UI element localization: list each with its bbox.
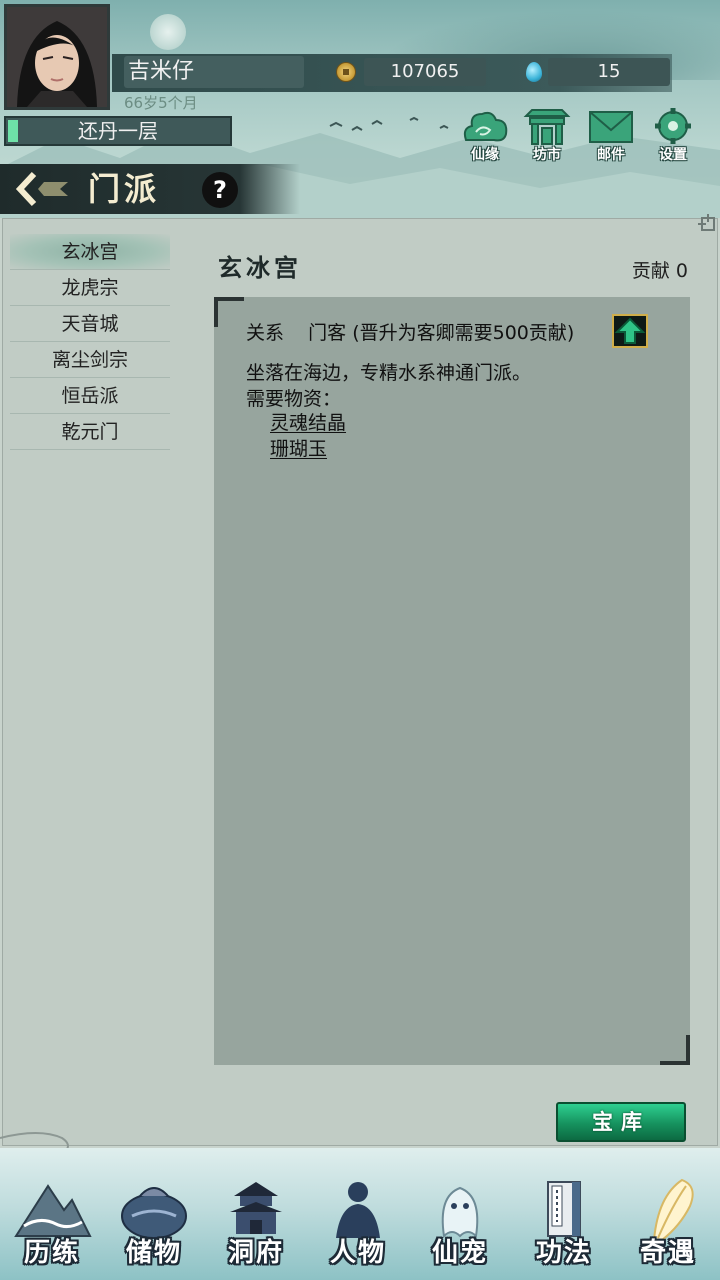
market-button[interactable]: 坊市 [518, 106, 576, 164]
treasury-button[interactable]: 宝库 [556, 1102, 686, 1142]
scroll-book-icon [547, 1181, 581, 1237]
nav-encounter-label: 奇遇 [639, 1238, 696, 1268]
spirit-stone-icon [526, 62, 542, 82]
up-arrow-icon [614, 317, 646, 344]
material-link-soul-crystal[interactable]: 灵魂结晶 [270, 408, 346, 435]
sect-item-xuanbing[interactable]: 玄冰宫 [10, 234, 170, 270]
mail-button[interactable]: 邮件 [582, 106, 640, 164]
corner-bracket-bottom-right [660, 1035, 690, 1065]
help-icon[interactable]: ? [202, 172, 238, 208]
nav-character-label: 人物 [329, 1238, 386, 1268]
feather-icon [652, 1178, 694, 1240]
corner-knot-icon [698, 214, 715, 231]
pagoda-icon [230, 1182, 282, 1234]
nav-training-label: 历练 [23, 1238, 80, 1268]
mail-icon [589, 111, 633, 143]
nav-cave-label: 洞府 [227, 1238, 284, 1268]
market-gate-icon [523, 109, 571, 145]
material-link-coral-jade[interactable]: 珊瑚玉 [270, 434, 327, 461]
realm-progress-fill [8, 120, 18, 142]
nav-storage[interactable]: 储物 [104, 1164, 204, 1274]
xianyuan-button[interactable]: 仙缘 [456, 106, 514, 164]
realm-label: 还丹一层 [78, 119, 158, 143]
coin-count: 107065 [364, 58, 486, 86]
sect-list: 玄冰宫 龙虎宗 天音城 离尘剑宗 恒岳派 乾元门 [10, 234, 170, 450]
player-age: 66岁5个月 [124, 94, 198, 112]
player-avatar[interactable] [4, 4, 110, 110]
sect-description: 坐落在海边，专精水系神通门派。 [246, 362, 532, 384]
sect-item-longhu[interactable]: 龙虎宗 [10, 270, 170, 306]
nav-storage-label: 储物 [125, 1238, 182, 1268]
back-arrow-icon[interactable] [14, 170, 74, 208]
spirit-stone-count: 15 [548, 58, 670, 86]
nav-skills[interactable]: 功法 [514, 1164, 614, 1274]
mountain-icon [14, 1184, 92, 1237]
spirit-pet-icon [441, 1186, 479, 1239]
contribution-value: 贡献 0 [631, 260, 688, 282]
cultivation-realm-bar[interactable]: 还丹一层 [4, 116, 232, 146]
xianyuan-label: 仙缘 [471, 147, 499, 163]
nav-pet[interactable]: 仙宠 [410, 1164, 510, 1274]
nav-pet-label: 仙宠 [431, 1238, 488, 1268]
person-icon [336, 1182, 380, 1238]
corner-bracket-top-left [214, 297, 244, 327]
avatar-portrait-icon [7, 7, 107, 107]
mail-label: 邮件 [597, 147, 625, 163]
pouch-icon [121, 1187, 187, 1239]
settings-label: 设置 [659, 147, 687, 163]
page-title: 门派 [88, 170, 161, 208]
nav-skills-label: 功法 [535, 1238, 592, 1268]
sect-relation: 关系 门客 (晋升为客卿需要500贡献) [246, 322, 575, 344]
sect-item-lichen[interactable]: 离尘剑宗 [10, 342, 170, 378]
coin-icon [336, 62, 356, 82]
nav-encounter[interactable]: 奇遇 [618, 1164, 718, 1274]
sect-item-tianyin[interactable]: 天音城 [10, 306, 170, 342]
sect-item-hengyue[interactable]: 恒岳派 [10, 378, 170, 414]
nav-training[interactable]: 历练 [2, 1164, 102, 1274]
market-label: 坊市 [533, 147, 561, 163]
promote-button[interactable] [612, 314, 648, 348]
settings-button[interactable]: 设置 [644, 106, 702, 164]
nav-cave[interactable]: 洞府 [206, 1164, 306, 1274]
player-name[interactable]: 吉米仔 [124, 56, 304, 88]
materials-label: 需要物资： [246, 388, 342, 410]
gear-icon [655, 108, 691, 144]
nav-character[interactable]: 人物 [308, 1164, 408, 1274]
cloud-icon [463, 111, 508, 142]
sect-title: 玄冰宫 [218, 253, 302, 282]
moon-decoration [150, 14, 186, 50]
sect-item-qianyuan[interactable]: 乾元门 [10, 414, 170, 450]
